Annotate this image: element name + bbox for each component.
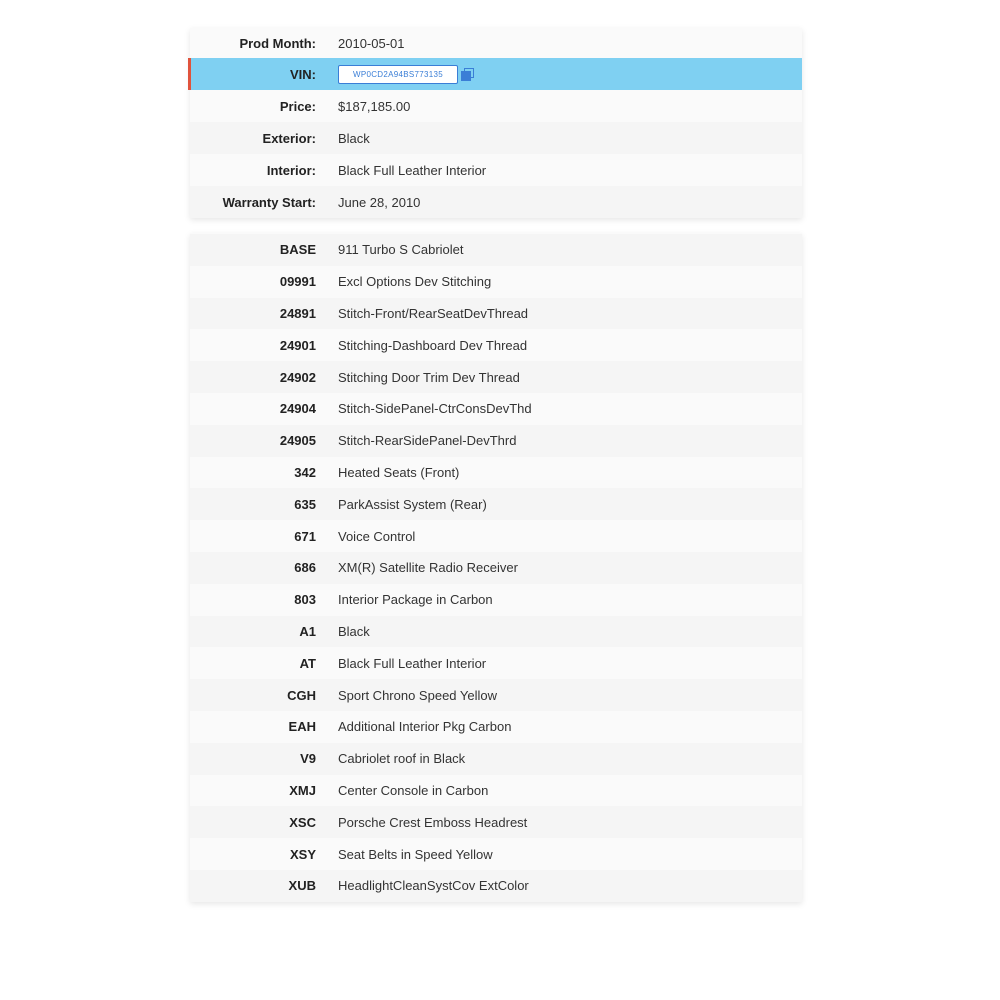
interior-value: Black Full Leather Interior — [338, 162, 487, 178]
option-code: XSC — [289, 814, 316, 830]
option-row: 671 Voice Control — [190, 520, 802, 552]
options-list-card: BASE 911 Turbo S Cabriolet 09991 Excl Op… — [190, 233, 802, 902]
option-row: BASE 911 Turbo S Cabriolet — [190, 234, 802, 266]
option-code: EAH — [288, 719, 316, 735]
option-description: Black Full Leather Interior — [338, 655, 487, 671]
option-code: 24902 — [279, 369, 316, 385]
option-description: Interior Package in Carbon — [338, 592, 493, 608]
option-code: 24891 — [279, 305, 316, 321]
copy-icon[interactable] — [461, 68, 474, 81]
vin-label: VIN: — [290, 66, 316, 82]
prod-month-row: Prod Month: 2010-05-01 — [190, 28, 802, 58]
option-code: V9 — [300, 751, 316, 767]
option-code: 09991 — [279, 274, 316, 290]
option-description: HeadlightCleanSystCov ExtColor — [338, 878, 529, 894]
option-row: EAH Additional Interior Pkg Carbon — [190, 711, 802, 743]
price-label: Price: — [279, 98, 316, 114]
option-row: 342 Heated Seats (Front) — [190, 457, 802, 489]
option-description: Voice Control — [338, 528, 416, 544]
warranty-start-label: Warranty Start: — [222, 194, 316, 210]
option-description: Black — [338, 623, 370, 639]
option-row: XSY Seat Belts in Speed Yellow — [190, 838, 802, 870]
option-code: 24904 — [279, 401, 316, 417]
option-code: XUB — [288, 878, 316, 894]
option-code: BASE — [279, 242, 316, 258]
option-code: 671 — [294, 528, 316, 544]
option-row: 803 Interior Package in Carbon — [190, 584, 802, 616]
prod-month-value: 2010-05-01 — [338, 35, 405, 51]
option-row: 24904 Stitch-SidePanel-CtrConsDevThd — [190, 393, 802, 425]
warranty-start-value: June 28, 2010 — [338, 194, 421, 210]
option-description: Sport Chrono Speed Yellow — [338, 687, 498, 703]
option-row: 24902 Stitching Door Trim Dev Thread — [190, 361, 802, 393]
option-row: 686 XM(R) Satellite Radio Receiver — [190, 551, 802, 584]
option-row: CGH Sport Chrono Speed Yellow — [190, 679, 802, 711]
prod-month-label: Prod Month: — [239, 35, 316, 51]
option-row: 09991 Excl Options Dev Stitching — [190, 266, 802, 298]
option-description: Stitch-Front/RearSeatDevThread — [338, 305, 529, 321]
vin-field[interactable]: WP0CD2A94BS773135 — [338, 64, 458, 84]
exterior-row: Exterior: Black — [190, 122, 802, 154]
option-description: Porsche Crest Emboss Headrest — [338, 814, 528, 830]
option-row: 24901 Stitching-Dashboard Dev Thread — [190, 329, 802, 361]
option-row: V9 Cabriolet roof in Black — [190, 742, 802, 775]
option-code: XSY — [289, 846, 316, 862]
option-row: 24891 Stitch-Front/RearSeatDevThread — [190, 297, 802, 330]
option-code: XMJ — [289, 782, 316, 798]
option-description: Excl Options Dev Stitching — [338, 274, 492, 290]
option-row: A1 Black — [190, 615, 802, 648]
option-description: Stitch-SidePanel-CtrConsDevThd — [338, 401, 532, 417]
option-code: 24905 — [279, 433, 316, 449]
option-row: XUB HeadlightCleanSystCov ExtColor — [190, 869, 802, 902]
option-description: Stitching-Dashboard Dev Thread — [338, 337, 528, 353]
option-row: 24905 Stitch-RearSidePanel-DevThrd — [190, 424, 802, 457]
option-row: XMJ Center Console in Carbon — [190, 775, 802, 807]
option-row: XSC Porsche Crest Emboss Headrest — [190, 806, 802, 839]
option-code: 686 — [294, 560, 316, 576]
interior-row: Interior: Black Full Leather Interior — [190, 154, 802, 186]
price-value: $187,185.00 — [338, 98, 411, 114]
interior-label: Interior: — [266, 162, 316, 178]
option-code: 803 — [294, 592, 316, 608]
option-description: Cabriolet roof in Black — [338, 751, 466, 767]
option-code: A1 — [299, 623, 316, 639]
option-description: ParkAssist System (Rear) — [338, 496, 487, 512]
option-description: Heated Seats (Front) — [338, 464, 460, 480]
exterior-value: Black — [338, 130, 370, 146]
option-description: Center Console in Carbon — [338, 782, 489, 798]
option-row: AT Black Full Leather Interior — [190, 647, 802, 679]
option-code: AT — [299, 655, 316, 671]
vin-value-wrapper: WP0CD2A94BS773135 — [338, 64, 474, 84]
warranty-start-row: Warranty Start: June 28, 2010 — [190, 186, 802, 218]
option-code: 24901 — [279, 337, 316, 353]
option-description: Stitch-RearSidePanel-DevThrd — [338, 433, 517, 449]
option-description: Additional Interior Pkg Carbon — [338, 719, 512, 735]
price-row: Price: $187,185.00 — [190, 90, 802, 122]
option-description: 911 Turbo S Cabriolet — [338, 242, 464, 258]
option-code: 342 — [294, 464, 316, 480]
vin-row: VIN: WP0CD2A94BS773135 — [188, 58, 802, 90]
vehicle-info-card: Prod Month: 2010-05-01 VIN: WP0CD2A94BS7… — [188, 28, 802, 218]
option-row: 635 ParkAssist System (Rear) — [190, 488, 802, 521]
option-code: 635 — [294, 496, 316, 512]
option-description: Stitching Door Trim Dev Thread — [338, 369, 520, 385]
exterior-label: Exterior: — [262, 130, 316, 146]
option-code: CGH — [287, 687, 316, 703]
option-description: XM(R) Satellite Radio Receiver — [338, 560, 518, 576]
option-description: Seat Belts in Speed Yellow — [338, 846, 493, 862]
